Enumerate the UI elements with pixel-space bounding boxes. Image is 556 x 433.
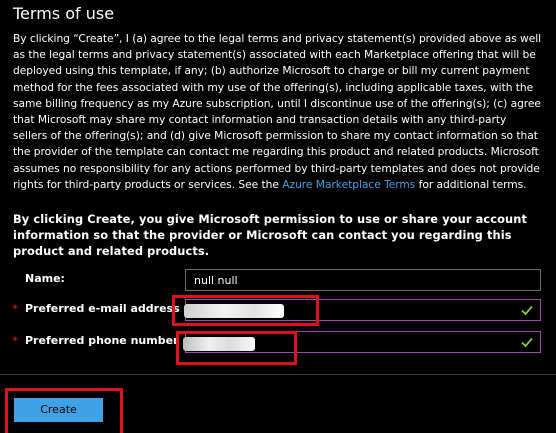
terms-text-end: for additional terms. [415,177,527,191]
permission-notice: By clicking Create, you give Microsoft p… [13,212,528,259]
name-label: Name: [25,272,65,285]
name-input[interactable] [185,269,541,291]
terms-of-use-page: Terms of use By clicking “Create”, I (a)… [0,0,556,433]
email-label: Preferred e-mail address [25,302,180,315]
checkmark-icon [520,335,534,349]
phone-highlight-box [176,331,297,365]
footer-divider [0,374,556,375]
email-highlight-box [172,295,319,326]
checkmark-icon [520,303,534,317]
azure-marketplace-terms-link[interactable]: Azure Marketplace Terms [282,178,415,191]
required-marker: * [12,334,18,348]
terms-paragraph: By clicking “Create”, I (a) agree to the… [13,31,543,193]
create-highlight-box [5,388,123,433]
terms-text: By clicking “Create”, I (a) agree to the… [13,32,542,191]
page-title: Terms of use [13,4,115,23]
name-row: Name: [0,269,556,293]
required-marker: * [12,302,18,316]
phone-label: Preferred phone number [25,334,179,347]
